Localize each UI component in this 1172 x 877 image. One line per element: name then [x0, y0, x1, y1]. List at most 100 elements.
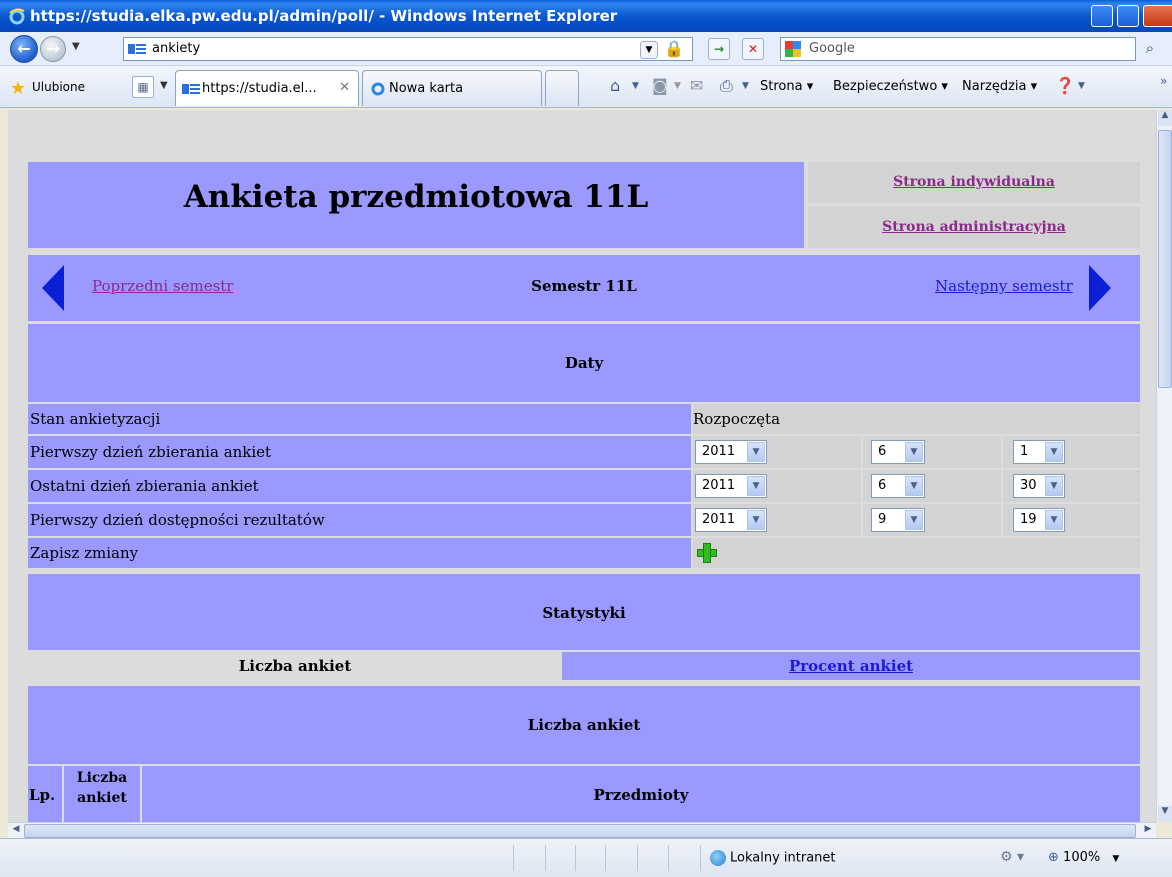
tab-new-tab[interactable]: Nowa karta — [362, 70, 542, 106]
feeds-icon[interactable]: ◙ — [652, 76, 668, 95]
forward-arrow-icon: → — [46, 39, 60, 58]
zone-label: Lokalny intranet — [730, 850, 836, 866]
first-day-label-cell: Pierwszy dzień zbierania ankiet — [28, 436, 691, 468]
chevron-down-icon: ▼ — [905, 476, 923, 496]
back-button[interactable]: ← — [10, 35, 38, 63]
home-dropdown-icon[interactable]: ▼ — [632, 81, 639, 91]
stats-section-header: Statystyki — [28, 574, 1140, 650]
feeds-dropdown-icon[interactable]: ▼ — [674, 81, 681, 91]
status-bar: Lokalny intranet ⚙ ▾ ⊕ 100% ▼ — [0, 838, 1172, 877]
last-day-year-select[interactable]: 2011 ▼ — [695, 474, 767, 498]
admin-page-link[interactable]: Strona administracyjna — [808, 219, 1140, 235]
next-semester-link[interactable]: Następny semestr — [935, 277, 1073, 295]
zoom-control[interactable]: ⊕ 100% ▼ — [1048, 850, 1119, 865]
chevron-more-icon[interactable]: » — [1160, 74, 1167, 88]
history-dropdown-icon[interactable]: ▼ — [72, 41, 80, 52]
last-day-day-select[interactable]: 30 ▼ — [1013, 474, 1065, 498]
address-row: ← → ▼ ankiety ▼ 🔒 → ✕ Google ⌕ — [0, 32, 1172, 66]
save-label-cell: Zapisz zmiany — [28, 538, 691, 568]
dates-section-header: Daty — [28, 324, 1140, 402]
tab-percent-link[interactable]: Procent ankiet — [562, 657, 1140, 675]
horizontal-scrollbar[interactable]: ◀ ▶ — [8, 822, 1156, 838]
protected-mode-icon[interactable]: ⚙ ▾ — [1000, 849, 1024, 865]
close-button[interactable] — [1143, 5, 1172, 27]
go-button[interactable]: → — [708, 38, 730, 60]
quick-tabs-icon[interactable]: ▦ — [132, 76, 154, 98]
first-day-month-cell: 6 ▼ — [863, 436, 1001, 468]
security-zone[interactable]: Lokalny intranet — [710, 850, 836, 866]
first-day-year-select[interactable]: 2011 ▼ — [695, 440, 767, 464]
new-tab-button[interactable] — [545, 70, 579, 106]
tab-admin-poll[interactable]: https://studia.el... ✕ — [175, 70, 359, 106]
search-field[interactable]: Google — [780, 37, 1136, 61]
zoom-dropdown-icon[interactable]: ▼ — [1112, 854, 1119, 864]
vertical-scroll-thumb[interactable] — [1158, 130, 1172, 388]
address-dropdown-icon[interactable]: ▼ — [640, 41, 658, 59]
last-day-month-select[interactable]: 6 ▼ — [871, 474, 925, 498]
minimize-button[interactable] — [1091, 5, 1113, 27]
results-day-month-cell: 9 ▼ — [863, 504, 1001, 536]
last-day-label: Ostatni dzień zbierania ankiet — [30, 477, 259, 495]
close-tab-icon[interactable]: ✕ — [339, 80, 350, 95]
status-divider — [700, 845, 701, 871]
scroll-left-icon[interactable]: ◀ — [9, 824, 23, 838]
dates-section-title: Daty — [564, 354, 604, 372]
results-day-year-select[interactable]: 2011 ▼ — [695, 508, 767, 532]
stats-section-title: Statystyki — [542, 604, 626, 622]
results-day-label: Pierwszy dzień dostępności rezultatów — [30, 511, 325, 529]
help-dropdown-icon[interactable]: ▼ — [1078, 81, 1085, 91]
window-title-bar[interactable]: https://studia.elka.pw.edu.pl/admin/poll… — [0, 0, 1172, 32]
lock-icon[interactable]: 🔒 — [663, 39, 685, 61]
menu-page[interactable]: Strona ▾ — [760, 79, 813, 94]
plus-icon-vertical — [703, 543, 711, 563]
save-plus-button[interactable] — [697, 543, 717, 563]
results-day-month-select[interactable]: 9 ▼ — [871, 508, 925, 532]
favorites-button[interactable]: Ulubione — [32, 80, 85, 94]
first-day-day-select[interactable]: 1 ▼ — [1013, 440, 1065, 464]
search-icon[interactable]: ⌕ — [1140, 38, 1160, 60]
results-day-label-cell: Pierwszy dzień dostępności rezultatów — [28, 504, 691, 536]
help-icon[interactable]: ❓ — [1055, 76, 1075, 95]
last-day-year-cell: 2011 ▼ — [693, 470, 861, 502]
next-arrow-icon[interactable] — [1087, 263, 1113, 313]
maximize-button[interactable] — [1117, 5, 1139, 27]
horizontal-scroll-thumb[interactable] — [24, 824, 1136, 838]
last-day-year-value: 2011 — [702, 478, 736, 493]
address-field[interactable]: ankiety — [123, 37, 693, 61]
home-icon[interactable]: ⌂ — [610, 76, 620, 95]
col-count-line-2: ankiet — [77, 790, 127, 806]
menu-safety[interactable]: Bezpieczeństwo ▾ — [833, 79, 948, 94]
intranet-globe-icon — [710, 850, 726, 866]
scroll-down-icon[interactable]: ▼ — [1158, 806, 1172, 822]
tab-percent-cell: Procent ankiet — [562, 652, 1140, 680]
first-day-month-select[interactable]: 6 ▼ — [871, 440, 925, 464]
chevron-down-icon: ▼ — [747, 476, 765, 496]
zoom-value: 100% — [1063, 850, 1101, 865]
forward-button[interactable]: → — [40, 36, 66, 62]
header-title-cell: Ankieta przedmiotowa 11L — [28, 162, 804, 248]
status-label: Stan ankietyzacji — [30, 410, 161, 428]
print-icon[interactable]: ⎙ — [720, 76, 733, 96]
scroll-up-icon[interactable]: ▲ — [1158, 110, 1172, 126]
mail-icon[interactable]: ✉ — [690, 76, 703, 95]
tab-favicon-icon — [182, 84, 200, 94]
chevron-down-icon: ▼ — [747, 510, 765, 530]
results-day-month-value: 9 — [878, 512, 887, 527]
favorites-star-icon[interactable]: ★ — [10, 78, 26, 99]
tab-count-label[interactable]: Liczba ankiet — [28, 657, 562, 675]
scroll-right-icon[interactable]: ▶ — [1141, 824, 1155, 838]
chevron-down-icon: ▼ — [1045, 442, 1063, 462]
status-value: Rozpoczęta — [693, 410, 781, 428]
results-day-day-select[interactable]: 19 ▼ — [1013, 508, 1065, 532]
tab-label: Nowa karta — [389, 81, 464, 96]
individual-page-link[interactable]: Strona indywidualna — [808, 174, 1140, 190]
first-day-year-value: 2011 — [702, 444, 736, 459]
header-link-cell-2: Strona administracyjna — [808, 207, 1140, 248]
site-favicon-icon — [128, 44, 146, 54]
vertical-scrollbar[interactable]: ▲ ▼ — [1156, 110, 1172, 822]
print-dropdown-icon[interactable]: ▼ — [742, 81, 749, 91]
menu-tools[interactable]: Narzędzia ▾ — [962, 79, 1037, 94]
chevron-down-icon: ▼ — [905, 442, 923, 462]
tab-list-dropdown-icon[interactable]: ▼ — [160, 80, 168, 91]
stop-button[interactable]: ✕ — [742, 38, 764, 60]
